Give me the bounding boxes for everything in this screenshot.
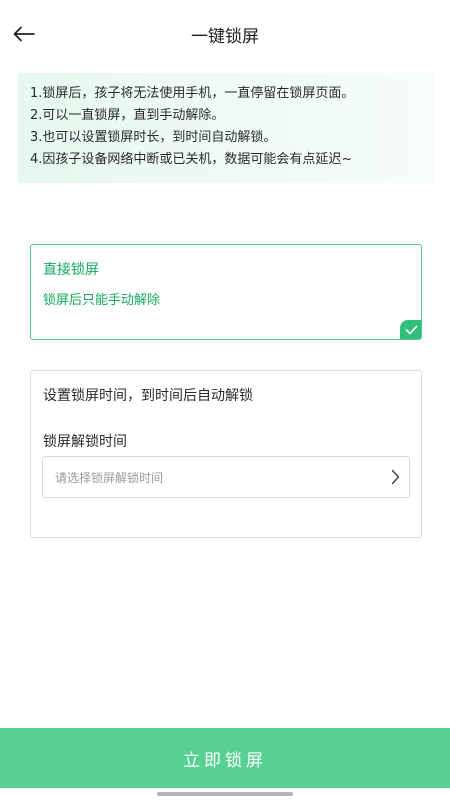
page-title: 一键锁屏 (191, 27, 259, 47)
direct-lock-description: 锁屏后只能手动解除 (43, 293, 161, 308)
chevron-right-icon (387, 468, 403, 486)
check-icon (405, 325, 417, 335)
header: 一键锁屏 (0, 0, 450, 68)
direct-lock-title: 直接锁屏 (43, 262, 99, 278)
lock-now-button[interactable]: 立即锁屏 (0, 728, 450, 788)
notice-line: 2.可以一直锁屏，直到手动解除。 (30, 108, 225, 123)
notice-line: 1.锁屏后，孩子将无法使用手机，一直停留在锁屏页面。 (30, 86, 355, 101)
notice-line: 3.也可以设置锁屏时长，到时间自动解锁。 (30, 130, 277, 145)
timed-lock-option[interactable]: 设置锁屏时间，到时间后自动解锁 锁屏解锁时间 请选择锁屏解锁时间 (30, 370, 422, 538)
lock-screen-page: 一键锁屏 1.锁屏后，孩子将无法使用手机，一直停留在锁屏页面。 2.可以一直锁屏… (0, 0, 450, 800)
selected-badge (400, 320, 421, 339)
unlock-time-placeholder: 请选择锁屏解锁时间 (55, 471, 164, 485)
unlock-time-select[interactable]: 请选择锁屏解锁时间 (42, 456, 410, 498)
direct-lock-option[interactable]: 直接锁屏 锁屏后只能手动解除 (30, 244, 422, 340)
notice-card: 1.锁屏后，孩子将无法使用手机，一直停留在锁屏页面。 2.可以一直锁屏，直到手动… (18, 73, 434, 183)
timed-lock-title: 设置锁屏时间，到时间后自动解锁 (43, 388, 253, 404)
notice-line: 4.因孩子设备网络中断或已关机，数据可能会有点延迟~ (30, 152, 353, 167)
unlock-time-label: 锁屏解锁时间 (43, 434, 127, 450)
home-indicator (157, 792, 293, 796)
